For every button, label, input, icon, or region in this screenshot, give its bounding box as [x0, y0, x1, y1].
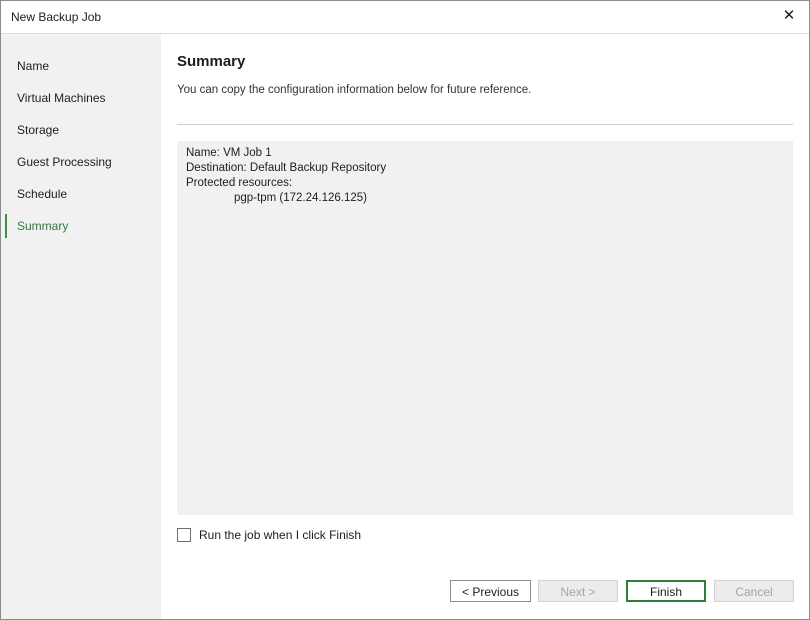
sidebar-item-label: Storage — [17, 123, 60, 137]
step-content: Summary You can copy the configuration i… — [161, 34, 809, 619]
page-title: Summary — [177, 53, 246, 70]
cancel-button[interactable]: Cancel — [714, 580, 794, 602]
wizard-steps-sidebar: Name Virtual Machines Storage Guest Proc… — [1, 34, 161, 619]
summary-name-line: Name: VM Job 1 — [186, 147, 272, 159]
sidebar-item-guest-processing[interactable]: Guest Processing — [5, 150, 161, 174]
summary-resource-line: pgp-tpm (172.24.126.125) — [234, 192, 367, 204]
title-bar: New Backup Job ✕ — [1, 1, 809, 34]
new-backup-job-dialog: New Backup Job ✕ Name Virtual Machines S… — [0, 0, 810, 620]
sidebar-item-virtual-machines[interactable]: Virtual Machines — [5, 86, 161, 110]
finish-button[interactable]: Finish — [626, 580, 706, 602]
sidebar-item-label: Summary — [17, 219, 69, 233]
summary-destination-line: Destination: Default Backup Repository — [186, 162, 387, 174]
divider — [177, 124, 793, 125]
sidebar-item-name[interactable]: Name — [5, 54, 161, 78]
sidebar-item-label: Schedule — [17, 187, 68, 201]
close-icon[interactable]: ✕ — [779, 6, 799, 26]
run-job-checkbox[interactable] — [177, 528, 191, 542]
sidebar-item-label: Name — [17, 59, 50, 73]
summary-text-area[interactable]: Name: VM Job 1 Destination: Default Back… — [177, 141, 793, 515]
sidebar-item-summary[interactable]: Summary — [5, 214, 163, 238]
sidebar-item-storage[interactable]: Storage — [5, 118, 161, 142]
next-button[interactable]: Next > — [538, 580, 618, 602]
page-description: You can copy the configuration informati… — [177, 84, 532, 96]
sidebar-item-label: Virtual Machines — [17, 91, 106, 105]
sidebar-item-label: Guest Processing — [17, 155, 112, 169]
summary-protected-line: Protected resources: — [186, 177, 293, 189]
sidebar-item-schedule[interactable]: Schedule — [5, 182, 161, 206]
previous-button[interactable]: < Previous — [450, 580, 531, 602]
run-job-checkbox-label: Run the job when I click Finish — [199, 528, 362, 542]
window-title: New Backup Job — [11, 10, 102, 24]
